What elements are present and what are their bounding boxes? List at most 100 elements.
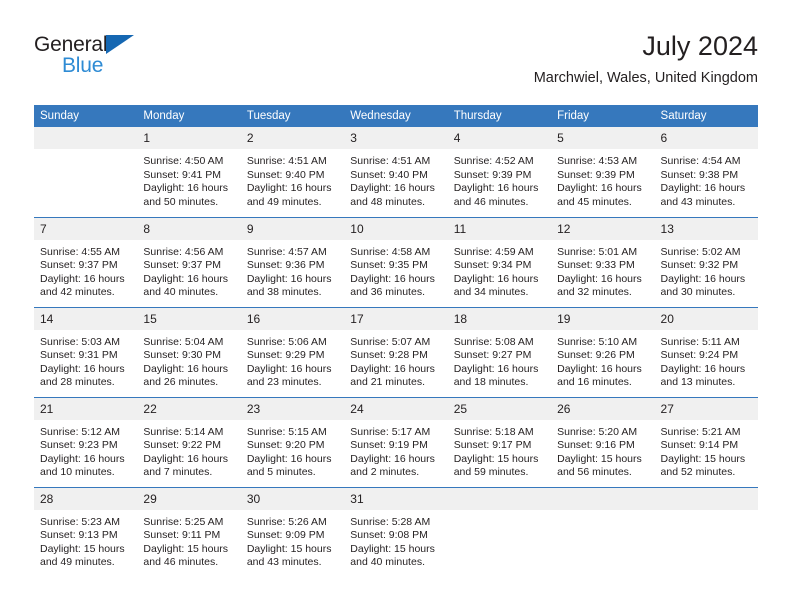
calendar-day-cell[interactable]: 12 Sunrise: 5:01 AM Sunset: 9:33 PM Dayligh…	[551, 216, 655, 307]
calendar-day-cell[interactable]: 30 Sunrise: 5:26 AM Sunset: 9:09 PM Dayligh…	[240, 486, 345, 577]
calendar-day-cell[interactable]: 9 Sunrise: 4:57 AM Sunset: 9:36 PM Daylight…	[240, 216, 345, 307]
calendar-cell-inner: 24 Sunrise: 5:17 AM Sunset: 9:19 PM Dayligh…	[344, 397, 448, 487]
daylight-line-2: and 30 minutes.	[660, 286, 736, 299]
calendar-day-cell[interactable]: 28 Sunrise: 5:23 AM Sunset: 9:13 PM Dayligh…	[34, 486, 138, 577]
calendar-day-cell[interactable]: 18 Sunrise: 5:08 AM Sunset: 9:27 PM Dayligh…	[447, 306, 552, 397]
day-number: 15	[137, 307, 241, 330]
day-number: 12	[551, 217, 655, 240]
calendar-cell-inner: 19 Sunrise: 5:10 AM Sunset: 9:26 PM Dayligh…	[551, 307, 655, 397]
weekday-header-saturday: Saturday	[654, 105, 758, 127]
daylight-line-1: Daylight: 16 hours	[350, 182, 435, 195]
calendar-cell-inner: 20 Sunrise: 5:11 AM Sunset: 9:24 PM Dayligh…	[654, 307, 758, 397]
calendar-day-cell[interactable]: 21 Sunrise: 5:12 AM Sunset: 9:23 PM Dayligh…	[34, 396, 138, 487]
calendar-day-cell[interactable]: 4 Sunrise: 4:52 AM Sunset: 9:39 PM Daylight…	[447, 127, 552, 217]
sunrise-time: Sunrise: 5:26 AM	[246, 515, 327, 528]
sunset-time: Sunset: 9:34 PM	[453, 259, 532, 272]
sunrise-time: Sunrise: 4:50 AM	[143, 155, 224, 167]
day-details: Sunrise: 4:54 AM Sunset: 9:38 PM Daylight:…	[655, 149, 758, 209]
calendar-cell-inner: 22 Sunrise: 5:14 AM Sunset: 9:22 PM Dayligh…	[137, 397, 241, 487]
calendar-day-cell[interactable]: 14 Sunrise: 5:03 AM Sunset: 9:31 PM Dayligh…	[34, 306, 138, 397]
calendar-day-cell[interactable]: 1 Sunrise: 4:50 AM Sunset: 9:41 PM Daylight…	[137, 127, 241, 217]
title-block: July 2024 Marchwiel, Wales, United Kingd…	[534, 30, 758, 88]
page-title: July 2024	[642, 31, 758, 61]
calendar-day-cell[interactable]: 22 Sunrise: 5:14 AM Sunset: 9:22 PM Dayligh…	[137, 396, 241, 487]
calendar-day-cell[interactable]: 2 Sunrise: 4:51 AM Sunset: 9:40 PM Daylight…	[240, 127, 345, 217]
day-details: Sunrise: 5:12 AM Sunset: 9:23 PM Daylight:…	[34, 420, 137, 480]
day-number	[34, 127, 138, 149]
calendar-day-cell[interactable]: 27 Sunrise: 5:21 AM Sunset: 9:14 PM Dayligh…	[654, 396, 758, 487]
sunrise-time: Sunrise: 5:08 AM	[453, 335, 534, 348]
calendar-day-cell[interactable]: 15 Sunrise: 5:04 AM Sunset: 9:30 PM Dayligh…	[137, 306, 241, 397]
weekday-header-thursday: Thursday	[447, 105, 552, 127]
calendar-page: General Blue July 2024 Marchwiel, Wales,…	[0, 0, 792, 612]
day-number: 7	[34, 217, 138, 240]
sunset-time: Sunset: 9:29 PM	[246, 349, 325, 362]
calendar-day-cell[interactable]: 6 Sunrise: 4:54 AM Sunset: 9:38 PM Daylight…	[654, 127, 758, 217]
sunrise-time: Sunrise: 5:20 AM	[557, 425, 638, 438]
calendar-day-cell[interactable]: 8 Sunrise: 4:56 AM Sunset: 9:37 PM Daylight…	[137, 216, 241, 307]
day-number: 30	[240, 487, 345, 510]
calendar-day-cell[interactable]: 23 Sunrise: 5:15 AM Sunset: 9:20 PM Dayligh…	[240, 396, 345, 487]
day-number: 8	[137, 217, 241, 240]
sunrise-time: Sunrise: 5:15 AM	[246, 425, 327, 438]
calendar-day-cell[interactable]: 5 Sunrise: 4:53 AM Sunset: 9:39 PM Daylight…	[551, 127, 655, 217]
sunrise-time: Sunrise: 4:59 AM	[453, 245, 534, 258]
day-number: 29	[137, 487, 241, 510]
day-number: 28	[34, 487, 138, 510]
day-details: Sunrise: 5:06 AM Sunset: 9:29 PM Daylight:…	[241, 330, 344, 390]
sunrise-time: Sunrise: 4:56 AM	[143, 245, 224, 258]
daylight-line-2: and 21 minutes.	[350, 376, 425, 389]
sunset-time: Sunset: 9:19 PM	[350, 439, 428, 452]
day-number: 14	[34, 307, 138, 330]
calendar-day-cell[interactable]: 16 Sunrise: 5:06 AM Sunset: 9:29 PM Dayligh…	[240, 306, 345, 397]
calendar-cell-inner: 9 Sunrise: 4:57 AM Sunset: 9:36 PM Daylight…	[240, 217, 345, 307]
daylight-line-2: and 50 minutes.	[143, 195, 219, 208]
daylight-line-1: Daylight: 16 hours	[660, 362, 746, 375]
calendar-day-cell[interactable]: 7 Sunrise: 4:55 AM Sunset: 9:37 PM Daylight…	[34, 216, 138, 307]
calendar-cell-inner: 27 Sunrise: 5:21 AM Sunset: 9:14 PM Dayligh…	[654, 397, 758, 487]
calendar-day-cell[interactable]: 3 Sunrise: 4:51 AM Sunset: 9:40 PM Daylight…	[344, 127, 448, 217]
calendar-day-cell[interactable]: 24 Sunrise: 5:17 AM Sunset: 9:19 PM Dayligh…	[344, 396, 448, 487]
calendar-cell-inner: 23 Sunrise: 5:15 AM Sunset: 9:20 PM Dayligh…	[240, 397, 345, 487]
calendar-week-row: 21 Sunrise: 5:12 AM Sunset: 9:23 PM Dayligh…	[34, 396, 758, 487]
daylight-line-1: Daylight: 16 hours	[246, 272, 332, 285]
day-number: 22	[137, 397, 241, 420]
calendar-cell-inner: 13 Sunrise: 5:02 AM Sunset: 9:32 PM Dayligh…	[654, 217, 758, 307]
calendar-cell-inner: 29 Sunrise: 5:25 AM Sunset: 9:11 PM Dayligh…	[137, 487, 241, 578]
day-number: 3	[344, 127, 448, 149]
daylight-line-2: and 52 minutes.	[660, 466, 736, 479]
daylight-line-2: and 34 minutes.	[453, 286, 529, 299]
calendar-day-cell[interactable]: 17 Sunrise: 5:07 AM Sunset: 9:28 PM Dayligh…	[344, 306, 448, 397]
calendar-day-cell[interactable]: 11 Sunrise: 4:59 AM Sunset: 9:34 PM Dayligh…	[447, 216, 552, 307]
calendar-day-cell[interactable]: 20 Sunrise: 5:11 AM Sunset: 9:24 PM Dayligh…	[654, 306, 758, 397]
weekday-header-sunday: Sunday	[34, 105, 138, 127]
calendar-day-cell[interactable]: 29 Sunrise: 5:25 AM Sunset: 9:11 PM Dayligh…	[137, 486, 241, 578]
sunrise-time: Sunrise: 5:06 AM	[246, 335, 327, 348]
calendar-day-cell[interactable]: 10 Sunrise: 4:58 AM Sunset: 9:35 PM Dayligh…	[344, 216, 448, 307]
sunrise-time: Sunrise: 5:12 AM	[40, 425, 120, 438]
weekday-header-wednesday: Wednesday	[344, 105, 448, 127]
calendar-day-cell[interactable]: 25 Sunrise: 5:18 AM Sunset: 9:17 PM Dayligh…	[447, 396, 552, 487]
calendar-day-cell[interactable]: 31 Sunrise: 5:28 AM Sunset: 9:08 PM Dayligh…	[344, 486, 448, 577]
sunrise-time: Sunrise: 5:21 AM	[660, 425, 741, 438]
day-details: Sunrise: 5:10 AM Sunset: 9:26 PM Daylight:…	[551, 330, 654, 390]
day-number: 25	[447, 397, 552, 420]
day-number: 17	[344, 307, 448, 330]
day-details: Sunrise: 5:23 AM Sunset: 9:13 PM Daylight:…	[34, 510, 137, 570]
calendar-day-cell[interactable]: 19 Sunrise: 5:10 AM Sunset: 9:26 PM Dayligh…	[551, 306, 655, 397]
daylight-line-2: and 7 minutes.	[143, 466, 213, 479]
day-number: 31	[344, 487, 448, 510]
sunrise-time: Sunrise: 5:17 AM	[350, 425, 431, 438]
daylight-line-2: and 5 minutes.	[246, 466, 316, 479]
calendar-cell-inner: 14 Sunrise: 5:03 AM Sunset: 9:31 PM Dayligh…	[34, 307, 138, 397]
calendar-day-cell[interactable]: 13 Sunrise: 5:02 AM Sunset: 9:32 PM Dayligh…	[654, 216, 758, 307]
day-details: Sunrise: 4:55 AM Sunset: 9:37 PM Daylight:…	[34, 240, 137, 300]
daylight-line-2: and 28 minutes.	[40, 376, 115, 389]
calendar-day-cell[interactable]: 26 Sunrise: 5:20 AM Sunset: 9:16 PM Dayligh…	[551, 396, 655, 487]
sunset-time: Sunset: 9:33 PM	[557, 259, 635, 272]
day-number: 10	[344, 217, 448, 240]
day-details: Sunrise: 4:51 AM Sunset: 9:40 PM Daylight:…	[344, 149, 447, 209]
day-number: 27	[654, 397, 758, 420]
sunrise-time: Sunrise: 4:51 AM	[246, 155, 327, 167]
sunset-time: Sunset: 9:40 PM	[246, 168, 325, 181]
